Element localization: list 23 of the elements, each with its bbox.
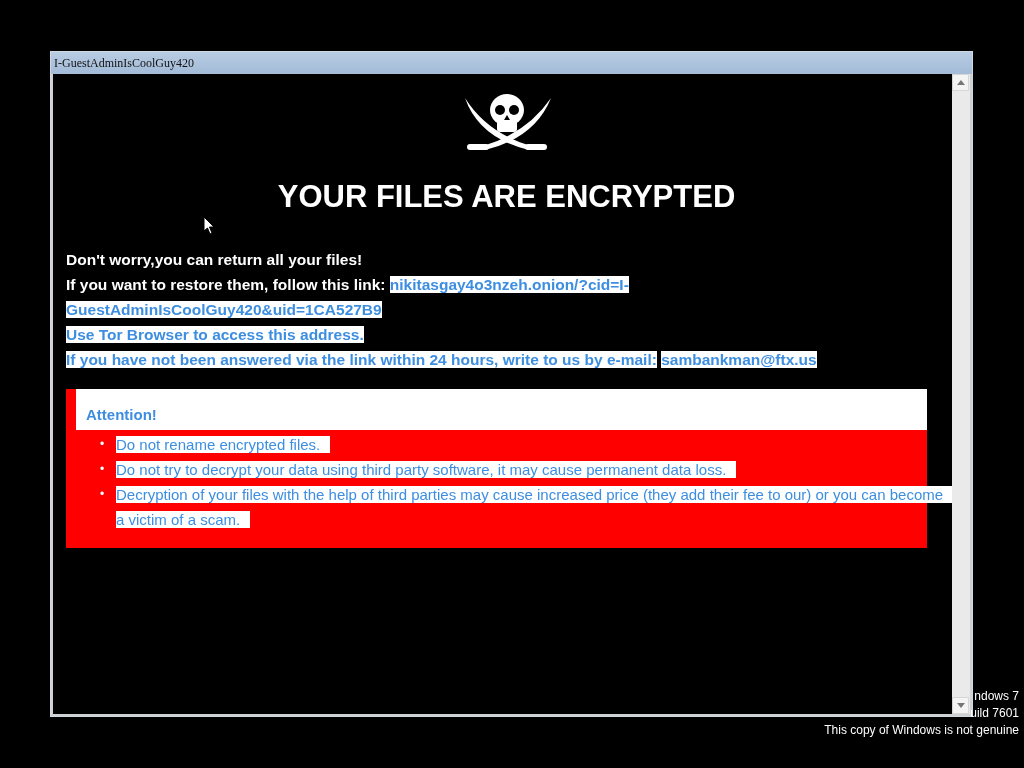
- selected-text: nikitasgay4o3nzeh.onion/?cid=I-: [389, 275, 629, 293]
- selected-text: sambankman@ftx.us: [661, 350, 817, 368]
- warning-text: a victim of a scam.: [116, 511, 251, 528]
- attention-title: Attention!: [76, 388, 927, 430]
- warning-text: Do not try to decrypt your data using third party software, it may cause permanent data loss.: [116, 461, 737, 478]
- window-title: I-GuestAdminIsCoolGuy420: [51, 52, 972, 74]
- bullet: •: [100, 461, 106, 478]
- selected-text: GuestAdminIsCoolGuy420&uid=1CA527B9: [66, 300, 382, 318]
- desktop-notice-text: ndows 7: [974, 689, 1019, 703]
- selected-text: If you have not been answered via the link within 24 hours, write to us by e-mail:: [66, 350, 657, 368]
- warning-text: Decryption of your files with the help of third parties may cause increased price (they add their fee to our) or you can become: [116, 486, 952, 503]
- bullet: •: [100, 486, 106, 503]
- selected-text: Use Tor Browser to access this address.: [66, 325, 364, 343]
- heading: YOUR FILES ARE ENCRYPTED: [276, 178, 737, 216]
- scroll-up-icon[interactable]: [952, 74, 969, 91]
- cursor-icon: [203, 216, 215, 235]
- warning-text: Do not rename encrypted files.: [116, 436, 331, 453]
- message-text: If you want to restore them, follow this link:: [66, 275, 386, 293]
- bullet: •: [100, 436, 106, 453]
- desktop-notice-text: This copy of Windows is not genuine: [824, 723, 1019, 737]
- scrollbar[interactable]: [952, 74, 970, 714]
- scroll-down-icon[interactable]: [952, 697, 969, 714]
- message-text: Don't worry,you can return all your files!: [66, 250, 363, 268]
